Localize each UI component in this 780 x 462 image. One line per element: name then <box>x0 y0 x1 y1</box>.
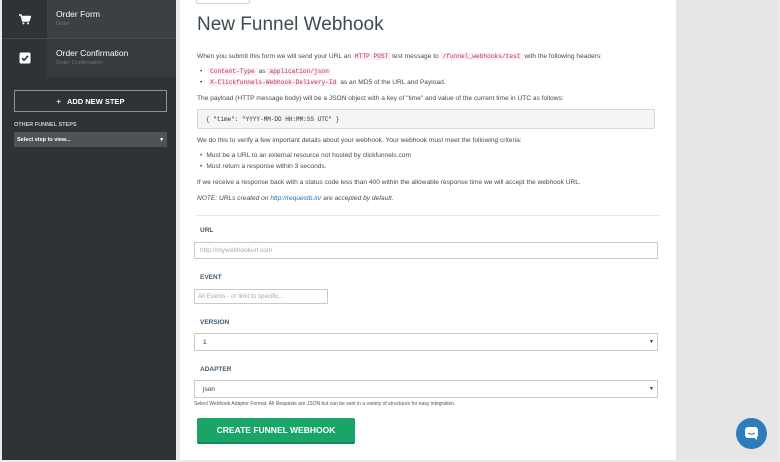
divider <box>197 215 659 216</box>
header-text: as <box>258 68 266 75</box>
chevron-down-icon: ▾ <box>160 136 163 143</box>
code-header-value: application/json <box>267 68 331 75</box>
sidebar-step-subtitle: Order Confirmation <box>56 60 103 66</box>
sidebar-step-text: Order Confirmation Order Confirmation <box>47 39 176 77</box>
chat-button[interactable] <box>736 418 767 449</box>
adapter-select[interactable]: json ▼ <box>194 380 658 398</box>
sidebar-step-order-confirmation[interactable]: Order Confirmation Order Confirmation <box>2 38 176 77</box>
add-new-step-button[interactable]: + ADD NEW STEP <box>14 90 167 112</box>
adapter-help-text: Select Webhook Adaptor Format. All Reque… <box>194 401 456 407</box>
right-pane <box>676 0 778 460</box>
payload-example: { "time": "YYYY-MM-DD HH:MM:SS UTC" } <box>197 109 655 129</box>
note-paragraph: NOTE: URLs created on http://requestb.in… <box>197 195 394 202</box>
top-tab[interactable] <box>196 0 250 4</box>
cart-icon <box>2 0 47 38</box>
accept-paragraph: If we receive a response back with a sta… <box>197 179 581 186</box>
note-text: are accepted by default. <box>323 195 394 202</box>
version-select-value: 1 <box>203 338 207 346</box>
chevron-down-icon: ▼ <box>649 339 654 345</box>
header-item: Content-Type as application/json <box>200 68 331 75</box>
version-label: VERSION <box>200 319 230 326</box>
sidebar-step-name: Order Form <box>56 9 100 19</box>
chat-icon <box>745 427 758 440</box>
note-text: NOTE: URLs created on <box>197 195 269 202</box>
payload-paragraph: The payload (HTTP message body) will be … <box>197 95 564 102</box>
intro-paragraph: When you submit this form we will send y… <box>197 53 602 60</box>
sidebar-step-order-form[interactable]: Order Form Order <box>2 0 176 38</box>
version-select[interactable]: 1 ▼ <box>194 333 658 351</box>
adapter-label: ADAPTER <box>200 366 232 373</box>
create-funnel-webhook-button[interactable]: CREATE FUNNEL WEBHOOK <box>197 418 355 444</box>
event-label: EVENT <box>200 274 222 281</box>
page-title: New Funnel Webhook <box>197 14 384 35</box>
intro-text: with the following headers: <box>524 53 603 60</box>
adapter-select-value: json <box>203 385 215 393</box>
sidebar: Order Form Order Order Confirmation Orde… <box>2 0 176 460</box>
code-http-post: HTTP POST <box>352 53 391 60</box>
main-panel: New Funnel Webhook When you submit this … <box>180 0 676 460</box>
header-item: X-Clickfunnels-Webhook-Delivery-Id as an… <box>200 79 446 86</box>
intro-text: test message to <box>392 53 439 60</box>
event-input[interactable]: All Events - or limit to specific... <box>194 289 328 304</box>
sidebar-step-name: Order Confirmation <box>56 48 129 58</box>
verify-paragraph: We do this to verify a few important det… <box>197 137 522 144</box>
intro-text: When you submit this form we will send y… <box>197 53 352 60</box>
sidebar-step-subtitle: Order <box>56 21 71 27</box>
url-input[interactable]: http://mywebhookurl.com <box>194 242 658 259</box>
plus-icon: + <box>56 96 61 106</box>
checkbox-icon <box>2 39 47 77</box>
criteria-item: Must be a URL to an external resource no… <box>200 152 411 159</box>
requestbin-link[interactable]: http://requestb.in/ <box>270 195 321 202</box>
add-new-step-label: ADD NEW STEP <box>66 96 125 106</box>
code-test-path: /funnel_webhooks/test <box>440 53 523 60</box>
sidebar-step-text: Order Form Order <box>47 0 176 38</box>
header-text: as an MD5 of the URL and Payload. <box>340 79 446 86</box>
other-funnel-steps-label: OTHER FUNNEL STEPS <box>14 122 77 128</box>
chevron-down-icon: ▼ <box>649 386 654 392</box>
code-header: Content-Type <box>208 68 257 75</box>
app-frame: Order Form Order Order Confirmation Orde… <box>0 0 780 462</box>
step-select-dropdown[interactable]: Select step to view... ▾ <box>14 132 167 147</box>
step-select-value: Select step to view... <box>17 136 71 143</box>
code-header: X-Clickfunnels-Webhook-Delivery-Id <box>208 79 339 86</box>
url-label: URL <box>200 227 214 234</box>
criteria-item: Must return a response within 3 seconds. <box>200 163 326 170</box>
